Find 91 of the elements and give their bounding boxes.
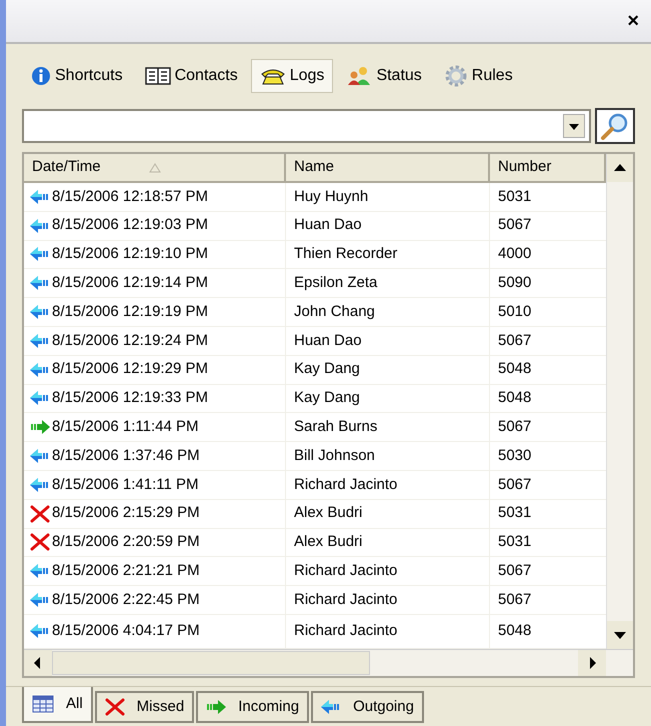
tab[interactable]: Logs [250,59,334,93]
column-header[interactable]: Date/Time [24,154,286,183]
book-icon [144,66,171,86]
table-cell-text: Thien Recorder [294,244,398,264]
table-cell-text: Huan Dao [294,215,362,236]
table-cell-text: 5048 [498,359,532,380]
left-arrow-icon [30,448,50,464]
filter-tab[interactable]: Outgoing [311,691,424,723]
table-cell-text: 8/15/2006 2:20:59 PM [52,532,200,552]
left-arrow-icon [30,332,50,349]
left-arrow-icon [30,623,50,640]
table-cell-text: Richard Jacinto [294,621,398,642]
left-arrow-icon [30,563,50,580]
table-cell-text: 8/15/2006 2:21:21 PM [52,561,200,581]
table-cell-text: 8/15/2006 1:11:44 PM [52,417,198,438]
table-cell-text: 5067 [498,561,532,581]
close-button[interactable]: × [627,6,639,36]
tab[interactable]: Contacts [136,59,247,93]
table-icon [32,695,54,713]
table-cell-text: 5031 [498,186,532,207]
table-cell-text: Bill Johnson [294,446,375,466]
table-cell-text: 5048 [498,388,532,408]
left-arrow-icon [321,699,342,715]
table-cell-text: Richard Jacinto [294,474,398,495]
left-arrow-icon [30,592,50,608]
left-arrow-icon [30,188,50,205]
left-arrow-icon [30,246,50,262]
vertical-scrollbar[interactable] [606,154,633,649]
table-cell-text: 8/15/2006 12:19:24 PM [52,330,208,351]
table-cell-text: 5031 [498,503,532,524]
table-cell-text: 5031 [498,532,532,552]
table-cell-text: 8/15/2006 2:15:29 PM [52,503,200,524]
table-cell-text: 8/15/2006 12:19:10 PM [52,244,208,264]
table-cell-text: Sarah Burns [294,417,378,438]
table-cell-text: 8/15/2006 12:19:14 PM [52,273,208,294]
table-cell-text: Huy Huynh [294,186,368,207]
table-cell-text: 8/15/2006 1:41:11 PM [52,474,198,495]
table-cell-text: 5067 [498,330,532,351]
table-cell-text: 8/15/2006 12:19:03 PM [52,215,208,236]
table-cell-text: 8/15/2006 12:18:57 PM [52,186,208,207]
search-combo-box[interactable] [22,109,591,143]
table-cell-text: 8/15/2006 1:37:46 PM [52,446,200,466]
table-cell-text: Alex Budri [294,503,362,524]
table-cell-text: 5090 [498,273,532,294]
table-cell-text: Kay Dang [294,388,360,408]
column-header[interactable]: Name [286,154,490,183]
left-arrow-icon [30,275,50,292]
tab[interactable]: Rules [434,59,522,93]
scrollbar-thumb[interactable] [52,651,370,675]
table-cell-text: 8/15/2006 12:19:29 PM [52,359,208,380]
left-arrow-icon [30,218,50,234]
info-icon [31,66,51,86]
sort-triangle-icon [148,162,161,172]
table-cell-text: 5030 [498,446,532,466]
tab[interactable]: Status [337,59,431,93]
table-cell-text: 5067 [498,590,532,610]
table-cell-text: Richard Jacinto [294,561,398,581]
table-cell-text: Huan Dao [294,330,362,351]
table-cell-text: Alex Budri [294,532,362,552]
table-cell-text: 8/15/2006 12:19:19 PM [52,302,208,322]
table-cell-text: 5048 [498,621,532,642]
search-button[interactable] [595,108,635,144]
table-cell-text: 8/15/2006 12:19:33 PM [52,388,208,408]
filter-tab[interactable]: All [22,687,93,723]
x-mark-icon [30,533,50,552]
table-cell-text: Kay Dang [294,359,360,380]
table-cell-text: 8/15/2006 4:04:17 PM [52,621,200,642]
x-mark-icon [104,698,125,716]
left-arrow-icon [30,390,50,406]
table-cell-text: Epsilon Zeta [294,273,378,294]
table-cell-text: Richard Jacinto [294,590,398,610]
table-cell-text: 8/15/2006 2:22:45 PM [52,590,200,610]
table-cell-text: 5067 [498,417,532,438]
x-mark-icon [30,504,50,523]
right-arrow-icon [206,699,226,715]
left-arrow-icon [30,362,50,378]
table-cell-text: 5067 [498,215,532,236]
tab[interactable]: Shortcuts [22,59,132,93]
gear-icon [444,64,468,88]
filter-tab[interactable]: Missed [94,691,194,723]
table-cell-text: 5067 [498,474,532,495]
people-icon [346,66,372,86]
table-cell-text: John Chang [294,302,375,322]
right-arrow-icon [30,419,50,436]
filter-tab[interactable]: Incoming [196,691,310,723]
left-arrow-icon [30,304,50,320]
table-cell-text: 4000 [498,244,532,264]
search-icon [600,111,630,141]
horizontal-scrollbar[interactable] [24,650,606,676]
table-cell-text: 5010 [498,302,532,322]
left-arrow-icon [30,476,50,493]
